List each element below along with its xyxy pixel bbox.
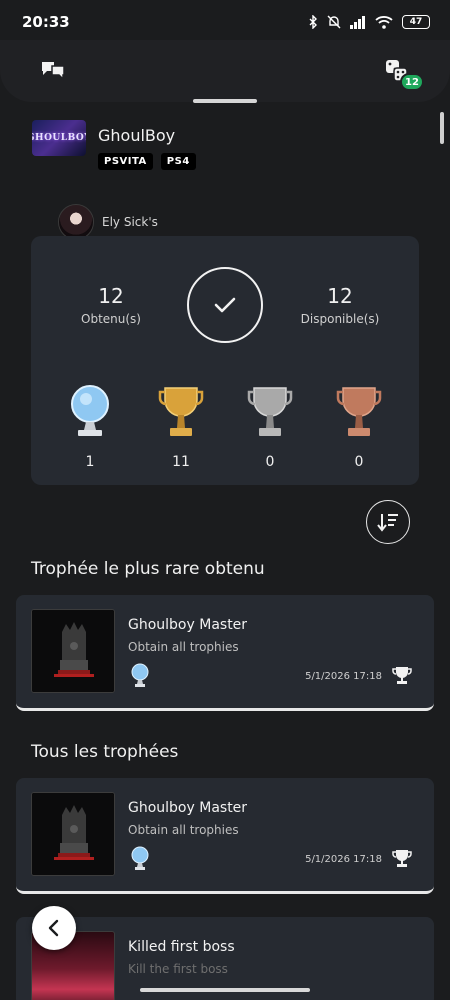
top-app-bar: 12 [0,40,450,102]
status-icons: 47 [308,15,430,29]
trophy-icon [392,665,412,689]
signal-icon [350,15,365,29]
status-bar: 20:33 47 [0,0,450,44]
game-header: GHOULBOY GhoulBoy PSVITA PS4 [32,120,196,170]
trophy-description: Obtain all trophies [128,823,239,837]
sort-button[interactable] [366,500,410,544]
throne-art-icon [32,793,114,875]
platform-tags: PSVITA PS4 [98,153,196,170]
sort-icon [377,514,398,532]
user-name: Ely Sick's [102,215,158,229]
back-button[interactable] [32,906,76,950]
bronze-count: 0 [354,454,364,470]
game-title: GhoulBoy [98,126,176,145]
rarest-trophy-card[interactable]: Ghoulboy Master Obtain all trophies 5/1/… [16,595,434,711]
platinum-count: 1 [85,454,95,470]
all-trophies-section-title: Tous les trophées [31,742,179,762]
gesture-bar[interactable] [140,988,310,992]
available-count: 12 [327,284,353,308]
battery-indicator: 47 [402,15,430,29]
earned-date: 5/1/2026 17:18 [305,671,382,682]
earned-count: 12 [98,284,124,308]
checkmark-icon [214,297,236,313]
completion-badge [187,267,263,343]
trophy-icon [392,848,412,872]
trophy-name: Killed first boss [128,939,235,955]
wifi-icon [375,16,393,29]
user-row[interactable]: Ely Sick's [58,204,158,240]
trophy-art [31,609,115,693]
game-info: GhoulBoy PSVITA PS4 [98,120,196,170]
trophy-name: Ghoulboy Master [128,617,248,633]
mute-bell-icon [327,15,341,29]
platform-tag-psvita: PSVITA [98,153,153,170]
earned-stat: 12 Obtenu(s) [71,284,151,326]
status-time: 20:33 [22,13,70,31]
platinum-grade-icon [130,663,150,693]
scrollbar-thumb[interactable] [440,112,444,144]
available-stat: 12 Disponible(s) [293,284,387,326]
chat-button[interactable] [36,54,70,88]
gold-column: 11 [151,384,211,470]
silver-trophy-icon [247,387,293,436]
platinum-trophy-icon [71,385,109,436]
sheet-handle[interactable] [193,99,257,103]
chat-bubbles-icon [42,62,65,81]
trophy-card[interactable]: Ghoulboy Master Obtain all trophies 5/1/… [16,778,434,894]
platinum-grade-icon [130,846,150,876]
trophy-name: Ghoulboy Master [128,800,248,816]
available-label: Disponible(s) [300,312,380,326]
silver-count: 0 [265,454,275,470]
trophy-description: Kill the first boss [128,962,228,976]
bronze-trophy-icon [336,387,382,436]
platform-tag-ps4: PS4 [160,153,196,170]
earned-date: 5/1/2026 17:18 [305,854,382,865]
avatar [58,204,94,240]
game-thumb-text: GHOULBOY [32,133,86,143]
notification-badge: 12 [400,73,424,91]
bronze-column: 0 [329,384,389,470]
gold-trophy-icon [158,387,204,436]
trophy-art [31,792,115,876]
game-thumbnail: GHOULBOY [32,120,86,156]
earned-label: Obtenu(s) [81,312,141,326]
bluetooth-icon [309,15,317,29]
rarest-section-title: Trophée le plus rare obtenu [31,559,265,579]
platinum-column: 1 [60,384,120,470]
silver-column: 0 [240,384,300,470]
trophy-description: Obtain all trophies [128,640,239,654]
notifications-button[interactable]: 12 [380,54,424,91]
back-chevron-icon [48,919,59,937]
throne-art-icon [32,610,114,692]
trophy-summary-card: 12 Obtenu(s) 12 Disponible(s) 1 11 0 0 [31,236,419,485]
gold-count: 11 [172,454,190,470]
